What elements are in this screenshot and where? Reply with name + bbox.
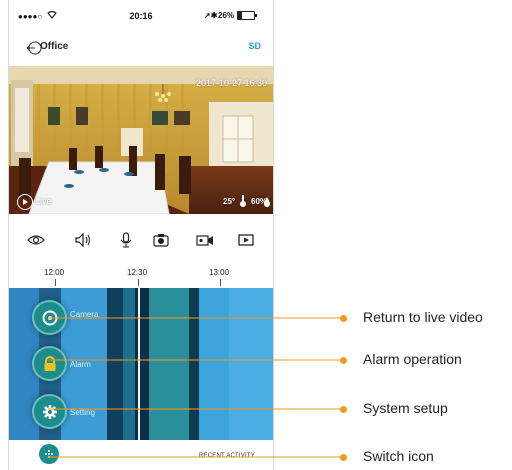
callout-dot [340,357,347,364]
callout-alarm: Alarm operation [363,351,462,367]
callout-dot [340,454,347,461]
callout-setup: System setup [363,400,448,416]
callout-dot [340,406,347,413]
callout-dot [340,315,347,322]
callout-live-video: Return to live video [363,309,483,325]
callout-switch: Switch icon [363,448,434,464]
